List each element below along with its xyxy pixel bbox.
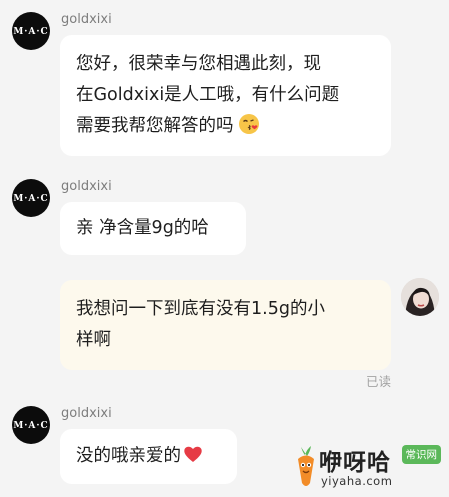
message-bubble[interactable]: 亲 净含量9g的哈	[60, 202, 246, 255]
message-text: 样啊	[76, 330, 111, 350]
sender-name: goldxixi	[61, 406, 112, 421]
watermark-title: 咿呀哈	[319, 450, 391, 476]
svg-text:M·A·C: M·A·C	[13, 27, 48, 37]
my-avatar[interactable]	[401, 278, 439, 316]
message-text: 亲 净含量9g的哈	[76, 218, 209, 238]
svg-text:M·A·C: M·A·C	[13, 194, 48, 204]
site-watermark: 咿呀哈 常识网 yiyaha.com	[293, 441, 443, 493]
message-bubble[interactable]: 我想问一下到底有没有1.5g的小 样啊	[60, 280, 391, 370]
message-text: 没的哦亲爱的	[76, 446, 181, 466]
message-text: 在Goldxixi是人工哦，有什么问题	[76, 85, 340, 105]
message-text: 需要我帮您解答的吗	[76, 116, 234, 136]
sender-avatar[interactable]: M·A·C	[12, 179, 50, 217]
sender-avatar[interactable]: M·A·C	[12, 12, 50, 50]
sender-avatar[interactable]: M·A·C	[12, 406, 50, 444]
message-bubble[interactable]: 您好，很荣幸与您相遇此刻，现 在Goldxixi是人工哦，有什么问题 需要我帮您…	[60, 35, 391, 156]
sender-name: goldxixi	[61, 179, 112, 194]
user-portrait-icon	[401, 278, 439, 316]
message-bubble[interactable]: 没的哦亲爱的	[60, 429, 237, 484]
carrot-mascot-icon	[298, 446, 314, 486]
mac-logo-icon: M·A·C	[13, 194, 48, 204]
sender-name: goldxixi	[61, 12, 112, 27]
message-text: 我想问一下到底有没有1.5g的小	[76, 299, 325, 319]
mac-logo-icon: M·A·C	[13, 27, 48, 37]
message-text: 您好，很荣幸与您相遇此刻，现	[76, 54, 321, 74]
red-heart-emoji-icon	[184, 446, 202, 462]
svg-text:M·A·C: M·A·C	[13, 421, 48, 431]
watermark-url: yiyaha.com	[321, 474, 393, 488]
mac-logo-icon: M·A·C	[13, 421, 48, 431]
watermark-badge: 常识网	[401, 445, 441, 464]
kissing-face-emoji-icon	[238, 114, 259, 134]
read-status: 已读	[366, 374, 392, 389]
